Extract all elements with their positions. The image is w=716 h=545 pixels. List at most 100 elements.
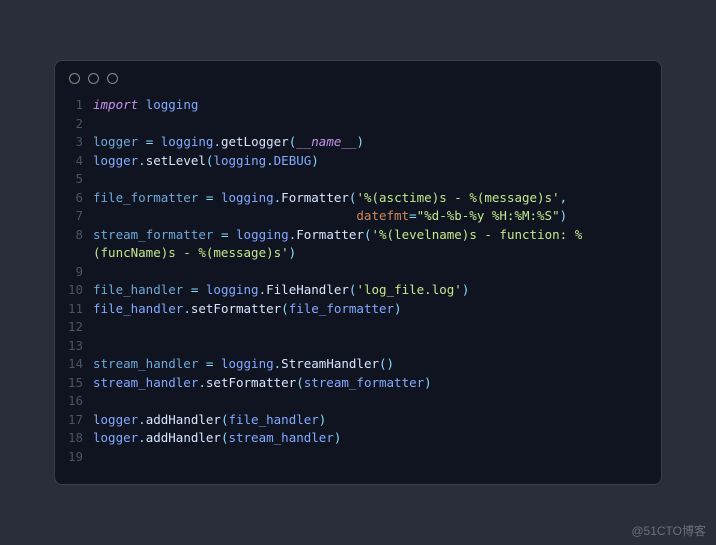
line-content: logger.addHandler(stream_handler) (93, 429, 661, 448)
line-number: 15 (55, 374, 93, 393)
token: ) (394, 301, 402, 316)
watermark-text: @51CTO博客 (631, 522, 706, 539)
line-number: 8 (55, 226, 93, 263)
token: ) (311, 153, 319, 168)
token: ) (334, 430, 342, 445)
line-number: 12 (55, 318, 93, 337)
token: stream_handler (228, 430, 333, 445)
token: . (138, 153, 146, 168)
line-number: 10 (55, 281, 93, 300)
token: ) (356, 134, 364, 149)
line-content (93, 448, 661, 467)
token: getLogger (221, 134, 289, 149)
token: logger (93, 430, 138, 445)
traffic-light-minimize[interactable] (88, 73, 99, 84)
code-line: 15stream_handler.setFormatter(stream_for… (55, 374, 661, 393)
token: file_handler (93, 282, 183, 297)
token: ( (296, 375, 304, 390)
line-content: stream_formatter = logging.Formatter('%(… (93, 226, 661, 263)
token (228, 227, 236, 242)
token: logging (161, 134, 214, 149)
line-number: 14 (55, 355, 93, 374)
token: . (266, 153, 274, 168)
token: ) (387, 356, 395, 371)
token (213, 190, 221, 205)
token: logging (213, 153, 266, 168)
token: ) (560, 208, 568, 223)
token (153, 134, 161, 149)
token: file_handler (93, 301, 183, 316)
line-content: logger = logging.getLogger(__name__) (93, 133, 661, 152)
line-content (93, 337, 661, 356)
token: file_handler (228, 412, 318, 427)
code-line: 2 (55, 115, 661, 134)
line-number: 6 (55, 189, 93, 208)
token: logger (93, 412, 138, 427)
line-content: stream_handler.setFormatter(stream_forma… (93, 374, 661, 393)
token: FileHandler (266, 282, 349, 297)
token (93, 208, 356, 223)
line-number: 5 (55, 170, 93, 189)
line-content: import logging (93, 96, 661, 115)
token: = (409, 208, 417, 223)
token: file_formatter (289, 301, 394, 316)
line-content (93, 392, 661, 411)
token: setLevel (146, 153, 206, 168)
code-line: 5 (55, 170, 661, 189)
code-line: 10file_handler = logging.FileHandler('lo… (55, 281, 661, 300)
token: . (213, 134, 221, 149)
token: addHandler (146, 430, 221, 445)
line-content: stream_handler = logging.StreamHandler() (93, 355, 661, 374)
code-line: 3logger = logging.getLogger(__name__) (55, 133, 661, 152)
token (138, 134, 146, 149)
code-line: 16 (55, 392, 661, 411)
line-content: file_formatter = logging.Formatter('%(as… (93, 189, 661, 208)
token: __name__ (296, 134, 356, 149)
code-line: 14stream_handler = logging.StreamHandler… (55, 355, 661, 374)
token (198, 190, 206, 205)
code-line: 9 (55, 263, 661, 282)
token: stream_formatter (93, 227, 213, 242)
token: . (198, 375, 206, 390)
token: logging (146, 97, 199, 112)
line-content: file_handler = logging.FileHandler('log_… (93, 281, 661, 300)
code-line: 8stream_formatter = logging.Formatter('%… (55, 226, 661, 263)
line-number: 3 (55, 133, 93, 152)
line-number: 13 (55, 337, 93, 356)
token: , (560, 190, 568, 205)
line-number: 17 (55, 411, 93, 430)
token: setFormatter (191, 301, 281, 316)
token: file_formatter (93, 190, 198, 205)
line-number: 19 (55, 448, 93, 467)
code-line: 6file_formatter = logging.Formatter('%(a… (55, 189, 661, 208)
token: stream_handler (93, 375, 198, 390)
traffic-light-zoom[interactable] (107, 73, 118, 84)
token (213, 227, 221, 242)
traffic-light-close[interactable] (69, 73, 80, 84)
line-content: logger.addHandler(file_handler) (93, 411, 661, 430)
token: ) (424, 375, 432, 390)
window-titlebar (55, 61, 661, 92)
token: logging (206, 282, 259, 297)
code-line: 1import logging (55, 96, 661, 115)
token: logging (221, 190, 274, 205)
code-line: 12 (55, 318, 661, 337)
code-line: 7 datefmt="%d-%b-%y %H:%M:%S") (55, 207, 661, 226)
token (198, 282, 206, 297)
token: . (138, 430, 146, 445)
code-line: 19 (55, 448, 661, 467)
line-number: 18 (55, 429, 93, 448)
code-window: 1import logging23logger = logging.getLog… (54, 60, 662, 485)
line-content (93, 170, 661, 189)
token: 'log_file.log' (356, 282, 461, 297)
token: ) (462, 282, 470, 297)
token: logger (93, 134, 138, 149)
code-line: 11file_handler.setFormatter(file_formatt… (55, 300, 661, 319)
token: . (183, 301, 191, 316)
token: stream_handler (93, 356, 198, 371)
token (213, 356, 221, 371)
line-content: logger.setLevel(logging.DEBUG) (93, 152, 661, 171)
token (138, 97, 146, 112)
token: addHandler (146, 412, 221, 427)
line-content: datefmt="%d-%b-%y %H:%M:%S") (93, 207, 661, 226)
